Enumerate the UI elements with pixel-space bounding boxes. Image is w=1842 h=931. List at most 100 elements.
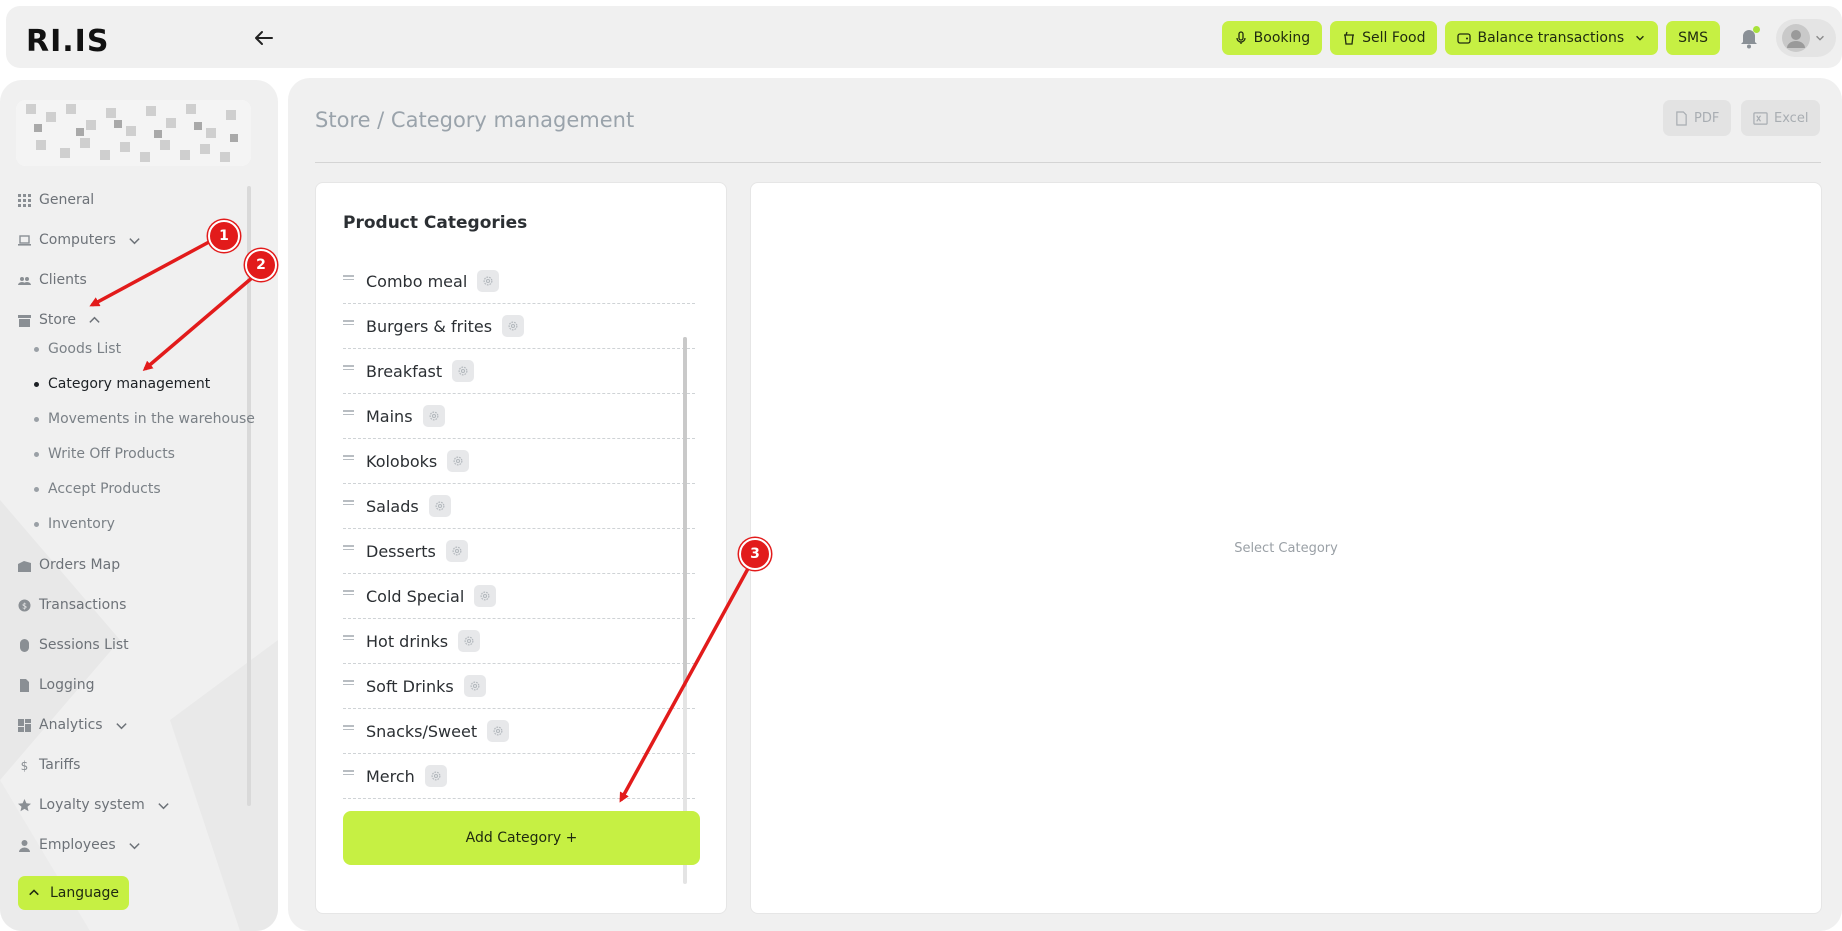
sidebar-item-analytics[interactable]: Analytics	[18, 714, 128, 736]
sidebar-scrollbar[interactable]	[247, 186, 251, 806]
user-menu[interactable]	[1776, 19, 1836, 57]
sidebar-item-label: Tariffs	[39, 757, 81, 773]
drag-handle-icon[interactable]	[343, 770, 354, 778]
gear-icon[interactable]	[422, 405, 445, 427]
users-icon	[18, 276, 31, 285]
category-name: Desserts	[366, 541, 436, 561]
sidebar-item-sessions-list[interactable]: Sessions List	[18, 634, 129, 656]
sidebar-item-general[interactable]: General	[18, 189, 94, 211]
sidebar-sub-goods-list[interactable]: Goods List	[34, 339, 121, 359]
category-row[interactable]: Salads	[343, 484, 695, 529]
top-bar: RI.IS Booking Sell Food Balance transact…	[6, 6, 1842, 68]
sidebar-item-loyalty-system[interactable]: Loyalty system	[18, 794, 170, 816]
sidebar-item-tariffs[interactable]: $ Tariffs	[18, 754, 81, 776]
gear-icon[interactable]	[452, 360, 475, 382]
categories-panel: Product Categories Combo meal Burgers & …	[315, 182, 727, 914]
sidebar: General Computers Clients Store Goods Li…	[0, 80, 278, 931]
sidebar-sub-inventory[interactable]: Inventory	[34, 514, 115, 534]
svg-text:$: $	[22, 601, 27, 610]
gear-icon[interactable]	[458, 630, 481, 652]
drag-handle-icon[interactable]	[343, 455, 354, 463]
category-name: Merch	[366, 766, 415, 786]
gear-icon[interactable]	[474, 585, 497, 607]
drag-handle-icon[interactable]	[343, 635, 354, 643]
sidebar-sub-label: Inventory	[48, 516, 115, 532]
bullet	[34, 416, 39, 422]
excel-file-icon	[1753, 111, 1768, 125]
gear-icon[interactable]	[502, 315, 525, 337]
app-logo[interactable]: RI.IS	[26, 24, 109, 59]
drag-handle-icon[interactable]	[343, 500, 354, 508]
gear-icon[interactable]	[424, 765, 447, 787]
notification-dot	[1753, 26, 1760, 33]
mouse-icon	[20, 638, 29, 652]
balance-transactions-dropdown[interactable]: Balance transactions	[1445, 21, 1659, 55]
category-list-scrollbar-thumb[interactable]	[683, 337, 687, 687]
sidebar-sub-write-off[interactable]: Write Off Products	[34, 444, 175, 464]
gear-icon[interactable]	[463, 675, 486, 697]
category-row[interactable]: Desserts	[343, 529, 695, 574]
gear-icon[interactable]	[447, 450, 470, 472]
sidebar-sub-accept-products[interactable]: Accept Products	[34, 479, 161, 499]
drag-handle-icon[interactable]	[343, 545, 354, 553]
category-row[interactable]: Merch	[343, 754, 695, 799]
category-row[interactable]: Mains	[343, 394, 695, 439]
drag-handle-icon[interactable]	[343, 320, 354, 328]
wallet-icon	[1457, 33, 1472, 44]
sidebar-item-store[interactable]: Store	[18, 309, 101, 331]
drag-handle-icon[interactable]	[343, 365, 354, 373]
sidebar-item-orders-map[interactable]: Orders Map	[18, 554, 120, 576]
cup-icon	[1344, 31, 1355, 45]
category-row[interactable]: Breakfast	[343, 349, 695, 394]
bullet	[34, 521, 39, 527]
sidebar-item-employees[interactable]: Employees	[18, 834, 141, 856]
sidebar-sub-movements[interactable]: Movements in the warehouse	[34, 409, 255, 429]
add-category-button[interactable]: Add Category +	[343, 811, 700, 865]
sidebar-item-label: Transactions	[39, 597, 127, 613]
drag-handle-icon[interactable]	[343, 725, 354, 733]
category-row[interactable]: Hot drinks	[343, 619, 695, 664]
user-icon	[19, 839, 30, 852]
category-name: Salads	[366, 496, 419, 516]
drag-handle-icon[interactable]	[343, 590, 354, 598]
category-row[interactable]: Combo meal	[343, 259, 695, 304]
sell-food-button[interactable]: Sell Food	[1330, 21, 1438, 55]
drag-handle-icon[interactable]	[343, 275, 354, 283]
sidebar-item-clients[interactable]: Clients	[18, 269, 87, 291]
gear-icon[interactable]	[428, 495, 451, 517]
sidebar-item-computers[interactable]: Computers	[18, 229, 141, 251]
sidebar-item-logging[interactable]: Logging	[18, 674, 95, 696]
sidebar-item-label: Computers	[39, 232, 116, 248]
gear-icon[interactable]	[445, 540, 468, 562]
sms-button[interactable]: SMS	[1666, 21, 1720, 55]
gear-icon[interactable]	[487, 720, 510, 742]
annotation-badge-2: 2	[245, 249, 277, 281]
annotation-badge-3: 3	[739, 538, 771, 570]
drag-handle-icon[interactable]	[343, 410, 354, 418]
app-root: RI.IS Booking Sell Food Balance transact…	[0, 0, 1842, 931]
sidebar-sub-category-management[interactable]: Category management	[34, 374, 210, 394]
sidebar-sub-label: Goods List	[48, 341, 122, 357]
pdf-file-icon	[1676, 110, 1687, 126]
arrow-left-icon[interactable]	[254, 30, 274, 46]
export-excel-label: Excel	[1774, 110, 1809, 126]
export-excel-button[interactable]: Excel	[1741, 100, 1821, 136]
category-row[interactable]: Burgers & frites	[343, 304, 695, 349]
chevron-down-icon	[1636, 35, 1645, 41]
category-row[interactable]: Koloboks	[343, 439, 695, 484]
sidebar-item-transactions[interactable]: $ Transactions	[18, 594, 126, 616]
export-pdf-button[interactable]: PDF	[1663, 100, 1732, 136]
category-row[interactable]: Soft Drinks	[343, 664, 695, 709]
category-row[interactable]: Cold Special	[343, 574, 695, 619]
language-button[interactable]: Language	[18, 876, 129, 910]
breadcrumb: Store / Category management	[315, 108, 635, 132]
gear-icon[interactable]	[477, 270, 500, 292]
booking-button[interactable]: Booking	[1221, 21, 1323, 55]
sidebar-item-label: Sessions List	[39, 637, 129, 653]
microphone-icon	[1236, 31, 1246, 44]
chevron-up-icon	[89, 316, 100, 323]
category-row[interactable]: Snacks/Sweet	[343, 709, 695, 754]
drag-handle-icon[interactable]	[343, 680, 354, 688]
notifications-button[interactable]	[1734, 21, 1764, 55]
category-name: Koloboks	[366, 451, 438, 471]
